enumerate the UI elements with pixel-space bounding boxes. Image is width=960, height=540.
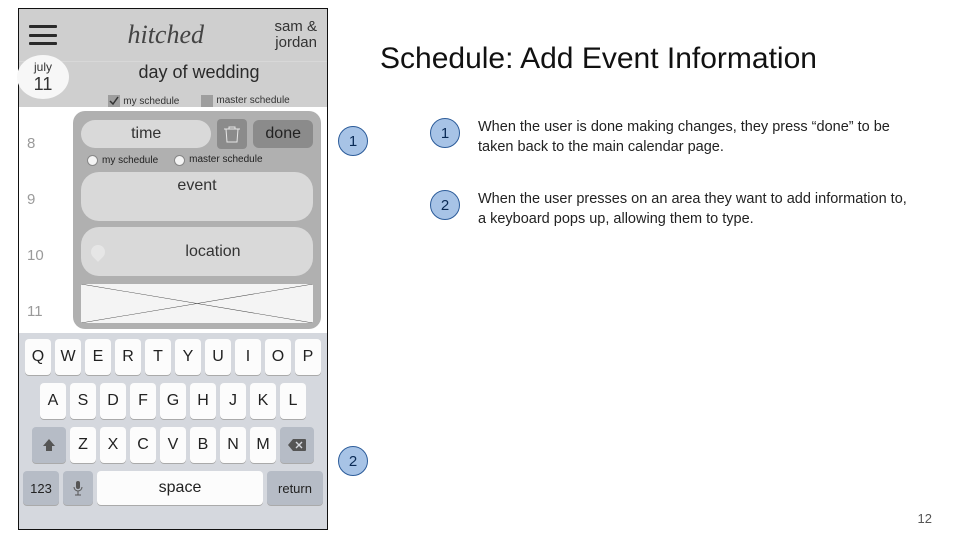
keyboard-row-bottom: 123 space return xyxy=(23,471,323,505)
key[interactable]: L xyxy=(280,383,306,419)
annotation-text: When the user presses on an area they wa… xyxy=(478,190,908,229)
key[interactable]: G xyxy=(160,383,186,419)
annotation-number: 2 xyxy=(430,190,460,220)
hour-label: 10 xyxy=(19,247,73,303)
callout-marker-1: 1 xyxy=(338,126,368,156)
space-key[interactable]: space xyxy=(97,471,263,505)
checkbox-checked-icon xyxy=(108,95,120,107)
event-input[interactable]: event xyxy=(81,172,313,221)
key[interactable]: U xyxy=(205,339,231,375)
trash-icon xyxy=(224,125,240,143)
key[interactable]: O xyxy=(265,339,291,375)
key[interactable]: X xyxy=(100,427,126,463)
filter-master-schedule[interactable]: master schedule xyxy=(201,95,289,107)
keyboard-row-3: Z X C V B N M xyxy=(23,427,323,463)
calendar-area: 8 9 10 11 time done my schedule master s… xyxy=(19,107,327,333)
annotation-1: 1 When the user is done making changes, … xyxy=(430,118,908,157)
key[interactable]: B xyxy=(190,427,216,463)
app-header: hitched sam & jordan xyxy=(19,9,327,61)
event-edit-panel: time done my schedule master schedule ev… xyxy=(73,111,321,329)
key[interactable]: E xyxy=(85,339,111,375)
key[interactable]: P xyxy=(295,339,321,375)
phone-mockup: july 11 hitched sam & jordan day of wedd… xyxy=(18,8,328,530)
key[interactable]: F xyxy=(130,383,156,419)
annotation-2: 2 When the user presses on an area they … xyxy=(430,190,908,229)
annotation-text: When the user is done making changes, th… xyxy=(478,118,908,157)
pin-icon xyxy=(88,242,108,262)
time-input[interactable]: time xyxy=(81,120,211,148)
date-day: 11 xyxy=(34,74,53,95)
radio-my-schedule[interactable]: my schedule xyxy=(87,155,158,166)
done-button[interactable]: done xyxy=(253,120,313,148)
date-month: july xyxy=(34,60,52,74)
checkbox-unchecked-icon xyxy=(201,95,213,107)
key[interactable]: Z xyxy=(70,427,96,463)
key[interactable]: S xyxy=(70,383,96,419)
key[interactable]: N xyxy=(220,427,246,463)
backspace-icon xyxy=(288,439,306,451)
key[interactable]: Q xyxy=(25,339,51,375)
hour-label: 8 xyxy=(19,135,73,191)
key[interactable]: C xyxy=(130,427,156,463)
radio-icon xyxy=(174,155,185,166)
brand-title: hitched xyxy=(127,20,204,50)
key[interactable]: J xyxy=(220,383,246,419)
key[interactable]: I xyxy=(235,339,261,375)
key[interactable]: R xyxy=(115,339,141,375)
key[interactable]: A xyxy=(40,383,66,419)
key[interactable]: W xyxy=(55,339,81,375)
delete-button[interactable] xyxy=(217,119,247,149)
hour-gutter: 8 9 10 11 xyxy=(19,107,73,333)
key[interactable]: H xyxy=(190,383,216,419)
annotation-number: 1 xyxy=(430,118,460,148)
filter-my-schedule[interactable]: my schedule xyxy=(108,95,179,107)
slide-title: Schedule: Add Event Information xyxy=(380,42,817,76)
page-number: 12 xyxy=(918,511,932,526)
schedule-radio-group: my schedule master schedule xyxy=(81,155,313,166)
key[interactable]: V xyxy=(160,427,186,463)
keyboard-row-2: A S D F G H J K L xyxy=(23,383,323,419)
backspace-key[interactable] xyxy=(280,427,314,463)
radio-master-schedule[interactable]: master schedule xyxy=(174,155,262,166)
hour-label: 9 xyxy=(19,191,73,247)
key[interactable]: M xyxy=(250,427,276,463)
image-placeholder[interactable] xyxy=(81,284,313,323)
keyboard-row-1: Q W E R T Y U I O P xyxy=(23,339,323,375)
key[interactable]: K xyxy=(250,383,276,419)
shift-key[interactable] xyxy=(32,427,66,463)
mic-key[interactable] xyxy=(63,471,93,505)
callout-marker-2: 2 xyxy=(338,446,368,476)
location-input[interactable]: location xyxy=(81,227,313,276)
radio-icon xyxy=(87,155,98,166)
shift-icon xyxy=(42,438,56,452)
key[interactable]: Y xyxy=(175,339,201,375)
date-chip: july 11 xyxy=(17,55,69,99)
key[interactable]: T xyxy=(145,339,171,375)
subheader-title: day of wedding xyxy=(138,62,259,93)
menu-icon[interactable] xyxy=(29,25,57,45)
key[interactable]: D xyxy=(100,383,126,419)
mic-icon xyxy=(72,480,84,496)
user-names: sam & jordan xyxy=(274,19,317,51)
return-key[interactable]: return xyxy=(267,471,323,505)
onscreen-keyboard: Q W E R T Y U I O P A S D F G H J K L Z … xyxy=(19,333,327,529)
numbers-key[interactable]: 123 xyxy=(23,471,59,505)
